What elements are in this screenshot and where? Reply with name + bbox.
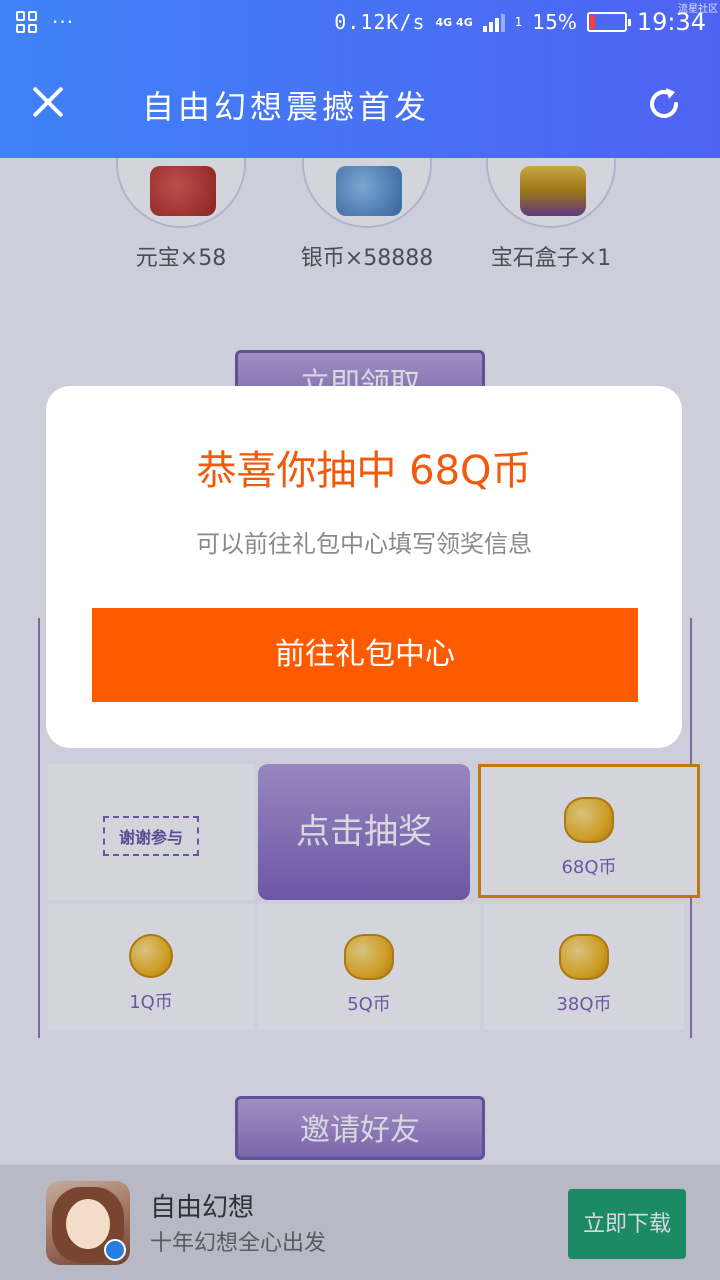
title-bar: 自由幻想震撼首发 [0,48,720,158]
app-grid-icon [16,11,38,33]
close-icon[interactable] [28,82,68,122]
battery-icon [586,12,631,32]
network-speed: 0.12K/s [334,10,426,34]
more-notifications-icon: ··· [52,10,75,34]
battery-level [589,15,595,29]
refresh-icon[interactable] [644,84,684,124]
go-gift-center-button[interactable]: 前往礼包中心 [92,608,638,702]
prize-dialog: 恭喜你抽中 68Q币 可以前往礼包中心填写领奖信息 前往礼包中心 [46,386,682,748]
dialog-subtitle: 可以前往礼包中心填写领奖信息 [196,530,532,558]
sim-slot: 1 [514,15,523,29]
status-bar: ··· 0.12K/s 4G 4G 1 15% 19:34 流星社区 [0,0,720,48]
page-title: 自由幻想震撼首发 [142,88,431,126]
battery-percent: 15% [532,10,577,34]
badge-icon [104,1239,126,1261]
network-type: 4G 4G [435,15,473,29]
signal-icon [482,12,505,32]
dialog-title: 恭喜你抽中 68Q币 [196,448,532,494]
watermark: 流星社区 [678,4,718,15]
